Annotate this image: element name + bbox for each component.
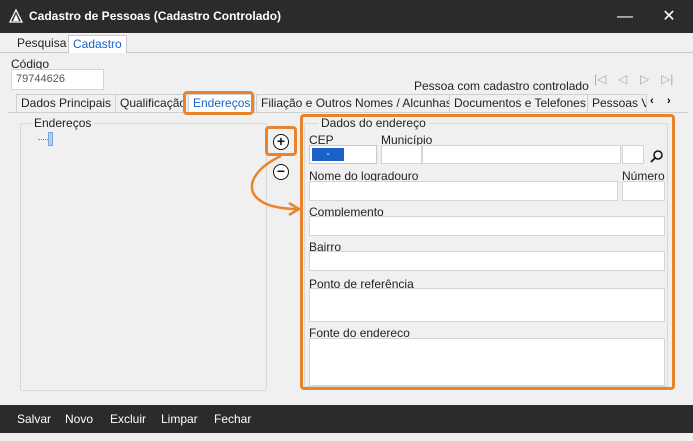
bottom-action-bar: Salvar Novo Excluir Limpar Fechar <box>0 405 693 433</box>
tab-documentos[interactable]: Documentos e Telefones <box>449 94 591 112</box>
codigo-field[interactable]: 79744626 <box>11 69 104 90</box>
tabs-scroll-left-icon[interactable]: ‹ <box>650 95 654 107</box>
close-icon[interactable]: ✕ <box>651 0 687 33</box>
next-record-icon[interactable]: ▷ <box>640 72 649 86</box>
controlled-status-text: Pessoa com cadastro controlado <box>414 79 589 93</box>
save-button[interactable]: Salvar <box>17 412 51 426</box>
title-bar: Cadastro de Pessoas (Cadastro Controlado… <box>0 0 693 33</box>
delete-button[interactable]: Excluir <box>110 412 146 426</box>
first-record-icon[interactable]: |◁ <box>594 72 606 86</box>
main-tab-strip: Pesquisa Cadastro <box>0 33 693 53</box>
last-record-icon[interactable]: ▷| <box>661 72 673 86</box>
tab-dados-principais[interactable]: Dados Principais <box>16 94 117 112</box>
tab-highlight <box>183 91 254 115</box>
close-button[interactable]: Fechar <box>214 412 251 426</box>
window-title: Cadastro de Pessoas (Cadastro Controlado… <box>29 9 282 23</box>
dados-highlight <box>300 114 675 390</box>
prev-record-icon[interactable]: ◁ <box>618 72 627 86</box>
tree-connector <box>38 139 48 140</box>
tab-qualificacao[interactable]: Qualificação <box>115 94 192 112</box>
tab-pesquisa[interactable]: Pesquisa <box>13 35 70 53</box>
tabs-scroll-right-icon[interactable]: › <box>667 95 671 107</box>
tree-node[interactable] <box>48 132 53 146</box>
clear-button[interactable]: Limpar <box>161 412 198 426</box>
enderecos-group: Endereços <box>20 116 267 391</box>
tab-filiacao[interactable]: Filiação e Outros Nomes / Alcunhas <box>256 94 457 112</box>
minimize-icon[interactable]: — <box>607 0 643 33</box>
tab-cadastro[interactable]: Cadastro <box>68 35 127 53</box>
enderecos-legend: Endereços <box>31 116 95 130</box>
tab-pessoas-vinculadas[interactable]: Pessoas Vi <box>587 94 647 112</box>
new-button[interactable]: Novo <box>65 412 93 426</box>
add-icon[interactable]: + <box>273 134 289 150</box>
sub-tab-strip: Dados Principais Qualificação Endereços … <box>8 92 688 112</box>
remove-icon[interactable]: − <box>273 164 289 180</box>
app-icon <box>9 9 23 23</box>
